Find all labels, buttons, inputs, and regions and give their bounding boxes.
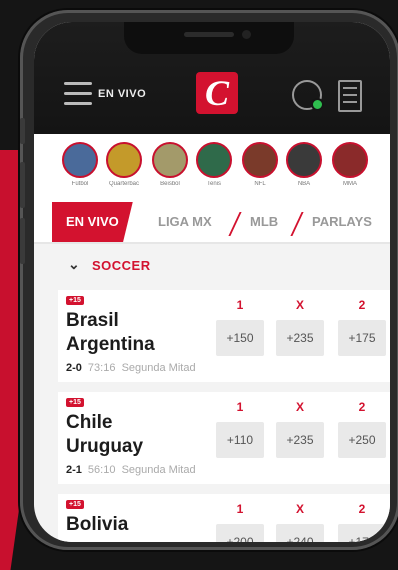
avatar — [242, 142, 278, 178]
betslip-icon[interactable] — [338, 80, 362, 112]
story-item[interactable]: Beisbol — [150, 142, 190, 187]
odds-home-button[interactable]: +200 — [216, 524, 264, 542]
story-name: Beisbol — [160, 181, 180, 187]
match-clock: 56:10 — [87, 464, 116, 476]
match-card[interactable]: +15 Brasil Argentina 2-0 73:16 Segunda Mi… — [58, 290, 390, 382]
story-name: Quarterbac — [108, 181, 139, 187]
odds-away-button[interactable]: +250 — [338, 422, 386, 458]
story-item[interactable]: Fútbol — [60, 142, 100, 187]
team-home: Brasil — [66, 310, 119, 331]
tab-mlb[interactable]: MLB — [250, 202, 278, 242]
team-away: Argentina — [66, 334, 155, 355]
column-header-2: 2 — [358, 400, 366, 414]
story-name: NFL — [254, 181, 266, 187]
odds-draw-button[interactable]: +235 — [276, 320, 324, 356]
story-item[interactable]: Tenis — [194, 142, 234, 187]
avatar — [196, 142, 232, 178]
match-period: Segunda Mitad — [121, 464, 196, 476]
column-header-1: 1 — [236, 298, 244, 312]
match-clock: 73:16 — [87, 362, 116, 374]
online-status-dot — [311, 98, 324, 111]
avatar — [152, 142, 188, 178]
avatar — [332, 142, 368, 178]
story-name: NBA — [297, 181, 311, 187]
tab-en-vivo[interactable]: EN VIVO — [52, 202, 133, 242]
odds-draw-button[interactable]: +235 — [276, 422, 324, 458]
support-icon[interactable] — [292, 80, 324, 111]
sport-section-header[interactable]: ⌄ SOCCER — [34, 244, 390, 288]
match-badge: +15 — [66, 296, 84, 305]
chevron-down-icon[interactable]: ⌄ — [68, 256, 80, 273]
story-name: Fútbol — [71, 181, 89, 187]
mute-switch — [20, 118, 25, 144]
story-item[interactable]: MMA — [330, 142, 370, 187]
story-name: Tenis — [206, 181, 221, 187]
match-score: 2-0 — [66, 362, 82, 374]
column-header-x: X — [295, 502, 304, 516]
phone-notch — [124, 22, 294, 54]
match-score: 2-1 — [66, 464, 82, 476]
volume-up-button — [20, 162, 25, 208]
story-item[interactable]: NBA — [284, 142, 324, 187]
tab-divider — [290, 212, 304, 236]
match-status: 2-1 56:10 Segunda Mitad — [66, 464, 196, 476]
team-home: Chile — [66, 412, 113, 433]
story-name: MMA — [343, 181, 357, 187]
odds-draw-button[interactable]: +240 — [276, 524, 324, 542]
app-screen: EN VIVO C Fútbol Quarterbac Beisbol Teni… — [34, 22, 390, 542]
tab-parlays[interactable]: PARLAYS — [312, 202, 372, 242]
match-card[interactable]: +15 Chile Uruguay 2-1 56:10 Segunda Mitad… — [58, 392, 390, 484]
sports-stories: Fútbol Quarterbac Beisbol Tenis NFL NBA … — [34, 134, 390, 202]
front-camera — [242, 30, 251, 39]
odds-home-button[interactable]: +150 — [216, 320, 264, 356]
team-home: Bolivia — [66, 514, 129, 535]
match-badge: +15 — [66, 500, 84, 509]
brand-logo[interactable]: C — [196, 72, 238, 114]
avatar — [62, 142, 98, 178]
team-away: Uruguay — [66, 436, 144, 457]
sport-tabs: EN VIVO LIGA MX MLB PARLAYS — [34, 202, 390, 244]
odds-away-button[interactable]: +170 — [338, 524, 386, 542]
column-header-1: 1 — [236, 502, 244, 516]
avatar — [106, 142, 142, 178]
odds-home-button[interactable]: +110 — [216, 422, 264, 458]
tab-liga-mx[interactable]: LIGA MX — [158, 202, 212, 242]
column-header-x: X — [295, 400, 304, 414]
match-badge: +15 — [66, 398, 84, 407]
tab-divider — [228, 212, 242, 236]
section-title: SOCCER — [92, 258, 151, 273]
column-header-x: X — [295, 298, 304, 312]
story-item[interactable]: Quarterbac — [104, 142, 144, 187]
match-card[interactable]: +15 Bolivia 1 X 2 +200 +240 +170 — [58, 494, 390, 542]
avatar — [286, 142, 322, 178]
column-header-2: 2 — [358, 298, 366, 312]
hamburger-menu-icon[interactable] — [64, 82, 92, 106]
match-status: 2-0 73:16 Segunda Mitad — [66, 362, 196, 374]
column-header-1: 1 — [236, 400, 244, 414]
story-item[interactable]: NFL — [240, 142, 280, 187]
live-menu-label[interactable]: EN VIVO — [98, 88, 146, 100]
odds-away-button[interactable]: +175 — [338, 320, 386, 356]
volume-down-button — [20, 218, 25, 264]
column-header-2: 2 — [358, 502, 366, 516]
match-period: Segunda Mitad — [121, 362, 196, 374]
speaker — [184, 32, 234, 37]
